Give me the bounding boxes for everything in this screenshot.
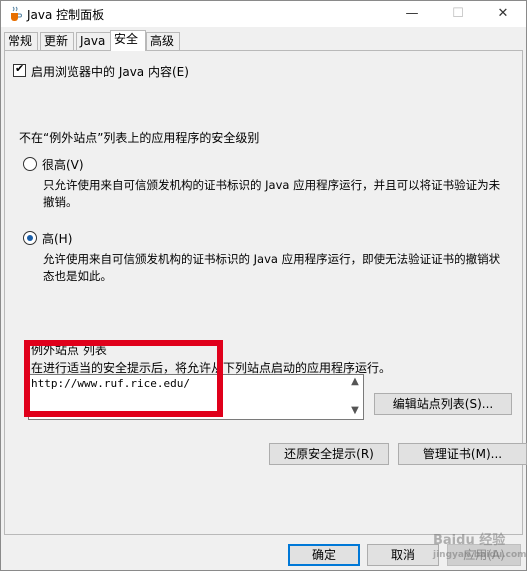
cancel-button[interactable]: 取消 [367,544,439,566]
minimize-icon[interactable]: — [389,1,435,27]
java-control-panel-window: Java 控制面板 — ☐ ✕ 常规 更新 Java 安全 高级 ✔ 启用浏览器… [0,0,527,571]
watermark-line-2: jingyan.baidu.com [433,550,527,560]
level-high-label[interactable]: 高(H) [42,230,72,247]
window-title: Java 控制面板 [27,8,105,22]
level-very-high-label[interactable]: 很高(V) [42,156,84,173]
level-high-radio[interactable] [23,231,37,245]
baidu-watermark: Baidu 经验 jingyan.baidu.com [433,533,527,569]
highlight-annotation-box [24,340,223,417]
tab-general[interactable]: 常规 [4,32,38,50]
watermark-line-1: Baidu 经验 [433,533,506,548]
title-bar[interactable]: Java 控制面板 — ☐ ✕ [1,1,526,27]
scroll-down-icon[interactable]: ▼ [349,405,361,417]
maximize-icon[interactable]: ☐ [435,1,481,27]
level-high-description: 允许使用来自可信颁发机构的证书标识的 Java 应用程序运行，即使无法验证证书的… [43,252,501,283]
tab-java[interactable]: Java [76,32,112,50]
close-icon[interactable]: ✕ [480,1,526,27]
ok-button[interactable]: 确定 [288,544,360,566]
radio-selected-dot [27,235,33,241]
tab-advanced[interactable]: 高级 [146,32,180,50]
manage-certificates-button[interactable]: 管理证书(M)... [398,443,527,465]
tab-update[interactable]: 更新 [40,32,74,50]
checkmark-icon: ✔ [15,62,25,75]
restore-security-prompts-button[interactable]: 还原安全提示(R) [269,443,389,465]
enable-browser-java-checkbox[interactable]: ✔ [13,62,26,77]
java-cup-icon [11,6,22,21]
edit-site-list-button[interactable]: 编辑站点列表(S)... [374,393,512,415]
enable-browser-java-label[interactable]: 启用浏览器中的 Java 内容(E) [31,63,189,80]
tab-security[interactable]: 安全 [110,30,146,51]
level-very-high-description: 只允许使用来自可信颁发机构的证书标识的 Java 应用程序运行，并且可以将证书验… [43,178,501,209]
scroll-up-icon[interactable]: ▲ [349,376,361,388]
level-very-high-radio[interactable] [23,157,37,171]
security-level-heading: 不在“例外站点”列表上的应用程序的安全级别 [19,131,260,145]
